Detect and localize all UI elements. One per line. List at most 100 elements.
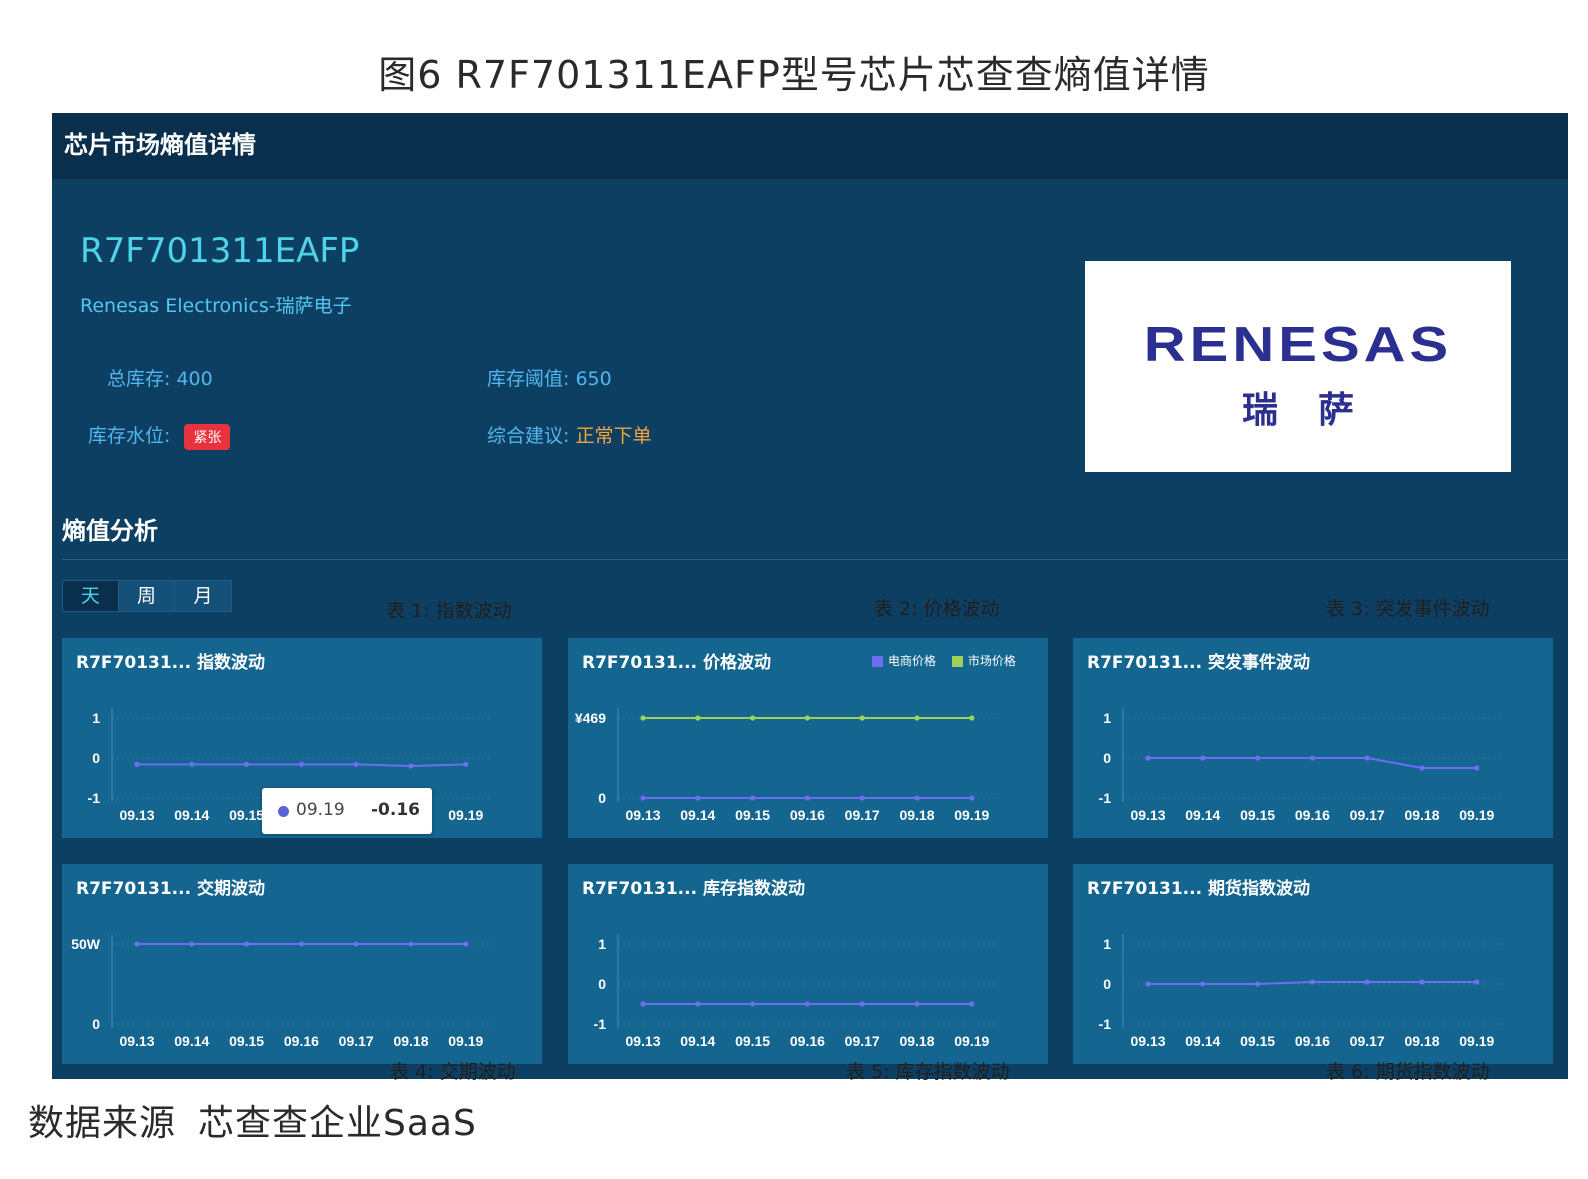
logo-text-en: RENESAS <box>1143 316 1453 373</box>
chart-event-volatility: 1 0 -1 09.13 09.14 09.15 09.16 09.17 09.18 09.19 … <box>1073 638 1553 838</box>
x-tick-label: 09.13 <box>1130 807 1165 823</box>
data-point[interactable] <box>695 795 701 801</box>
data-point[interactable] <box>1474 979 1480 985</box>
data-point[interactable] <box>463 941 469 947</box>
data-point[interactable] <box>914 715 920 721</box>
section-title: 熵值分析 <box>62 517 158 545</box>
chart-price-volatility: ¥469 0 09.13 09.14 09.15 09.16 09.17 09.18 09.19… <box>568 638 1048 838</box>
data-point[interactable] <box>1309 755 1315 761</box>
x-tick-label: 09.13 <box>625 1033 660 1049</box>
chart-title: R7F70131... 交期波动 <box>76 879 265 899</box>
data-point[interactable] <box>1364 979 1370 985</box>
x-tick-label: 09.17 <box>1350 807 1385 823</box>
tab-day[interactable]: 天 <box>63 581 119 611</box>
y-tick-label: -1 <box>88 790 101 806</box>
data-point[interactable] <box>1255 981 1261 987</box>
source-value: 芯查查企业SaaS <box>198 1103 477 1144</box>
y-tick-label: 0 <box>92 750 100 766</box>
data-point[interactable] <box>1145 981 1151 987</box>
data-point[interactable] <box>408 941 414 947</box>
part-number: R7F701311EAFP <box>80 231 360 271</box>
tab-week[interactable]: 周 <box>119 581 175 611</box>
legend-swatch <box>951 656 963 667</box>
data-point[interactable] <box>804 715 810 721</box>
data-point[interactable] <box>859 1001 865 1007</box>
data-point[interactable] <box>298 941 304 947</box>
data-point[interactable] <box>463 761 469 767</box>
stock-threshold-label: 库存阈值: <box>487 368 570 390</box>
data-point[interactable] <box>804 1001 810 1007</box>
data-point[interactable] <box>859 795 865 801</box>
data-point[interactable] <box>1200 755 1206 761</box>
data-point[interactable] <box>244 761 250 767</box>
data-point[interactable] <box>1419 765 1425 771</box>
data-point[interactable] <box>134 761 140 767</box>
order-advice-label: 综合建议: <box>487 425 570 447</box>
data-point[interactable] <box>189 761 195 767</box>
data-point[interactable] <box>640 715 646 721</box>
y-tick-label: 0 <box>598 790 606 806</box>
chart-legend: 电商价格 市场价格 <box>872 652 1016 669</box>
data-point[interactable] <box>695 715 701 721</box>
tooltip-date: 09.19 <box>296 800 345 820</box>
chart-tooltip: 09.19 -0.16 <box>262 788 432 834</box>
data-point[interactable] <box>804 795 810 801</box>
data-point[interactable] <box>750 795 756 801</box>
y-tick-label: 0 <box>1103 750 1111 766</box>
y-tick-label: 1 <box>1103 710 1111 726</box>
y-tick-label: 1 <box>598 936 606 952</box>
data-point[interactable] <box>353 761 359 767</box>
tab-month[interactable]: 月 <box>175 581 231 611</box>
data-point[interactable] <box>969 1001 975 1007</box>
data-point[interactable] <box>750 715 756 721</box>
data-point[interactable] <box>1419 979 1425 985</box>
x-tick-label: 09.18 <box>899 807 934 823</box>
total-stock: 总库存: 400 <box>107 364 213 391</box>
y-tick-label: 0 <box>1103 976 1111 992</box>
x-tick-label: 09.17 <box>1350 1033 1385 1049</box>
data-point[interactable] <box>1474 765 1480 771</box>
x-tick-label: 09.16 <box>284 1033 319 1049</box>
data-point[interactable] <box>1145 755 1151 761</box>
data-point[interactable] <box>244 941 250 947</box>
data-point[interactable] <box>969 715 975 721</box>
annotation-table-5: 表 5: 库存指数波动 <box>846 1061 1010 1083</box>
panel-title: 芯片市场熵值详情 <box>64 131 256 159</box>
x-tick-label: 09.15 <box>1240 807 1275 823</box>
x-tick-label: 09.16 <box>790 807 825 823</box>
stock-threshold-value: 650 <box>575 368 612 390</box>
data-point[interactable] <box>640 795 646 801</box>
data-point[interactable] <box>640 1001 646 1007</box>
x-tick-label: 09.17 <box>339 1033 374 1049</box>
chart-leadtime-volatility: 50W 0 09.13 09.14 09.15 09.16 09.17 09.18 09.19 … <box>62 864 542 1064</box>
data-point[interactable] <box>1309 979 1315 985</box>
data-point[interactable] <box>1200 981 1206 987</box>
data-point[interactable] <box>353 941 359 947</box>
chart-title: R7F70131... 突发事件波动 <box>1087 653 1310 673</box>
data-point[interactable] <box>298 761 304 767</box>
x-tick-label: 09.15 <box>229 1033 264 1049</box>
stock-level: 库存水位: 紧张 <box>88 421 231 450</box>
x-tick-label: 09.15 <box>735 1033 770 1049</box>
annotation-table-2: 表 2: 价格波动 <box>874 598 1000 620</box>
y-tick-label: 0 <box>92 1016 100 1032</box>
annotation-table-1: 表 1: 指数波动 <box>386 600 512 622</box>
data-point[interactable] <box>750 1001 756 1007</box>
data-point[interactable] <box>1364 755 1370 761</box>
figure-caption: 图6 R7F701311EAFP型号芯片芯查查熵值详情 <box>378 53 1210 97</box>
source-label: 数据来源 <box>28 1103 177 1144</box>
data-point[interactable] <box>695 1001 701 1007</box>
data-point[interactable] <box>969 795 975 801</box>
annotation-table-6: 表 6: 期货指数波动 <box>1326 1061 1490 1083</box>
data-point[interactable] <box>134 941 140 947</box>
legend-item-market[interactable]: 市场价格 <box>951 654 1016 668</box>
data-point[interactable] <box>859 715 865 721</box>
legend-item-ecommerce[interactable]: 电商价格 <box>872 654 936 668</box>
data-point[interactable] <box>189 941 195 947</box>
data-point[interactable] <box>914 795 920 801</box>
manufacturer-link[interactable]: Renesas Electronics-瑞萨电子 <box>80 291 352 318</box>
data-point[interactable] <box>408 763 414 769</box>
y-tick-label: 0 <box>598 976 606 992</box>
data-point[interactable] <box>1255 755 1261 761</box>
data-point[interactable] <box>914 1001 920 1007</box>
